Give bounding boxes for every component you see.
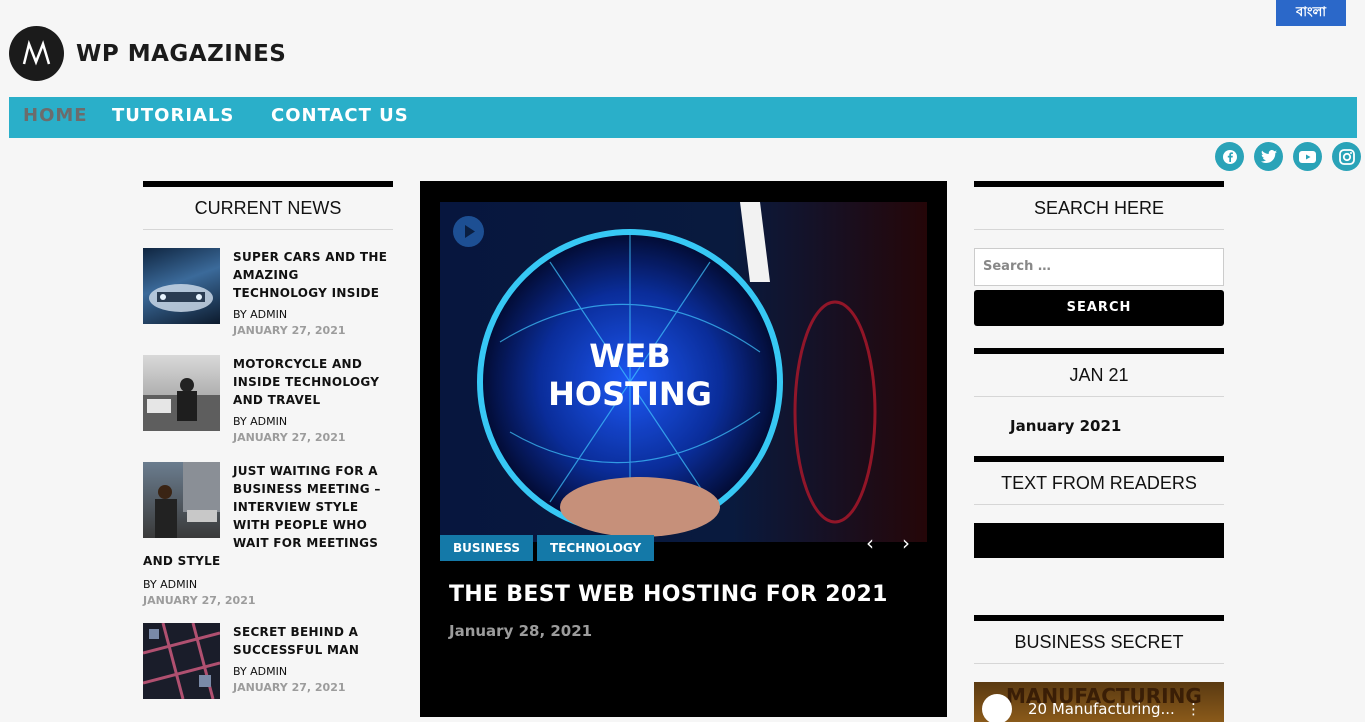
image-text-hosting: HOSTING bbox=[548, 375, 712, 413]
nav-home[interactable]: HOME bbox=[23, 97, 88, 138]
readers-widget-title: TEXT FROM READERS bbox=[974, 456, 1224, 505]
news-title-line[interactable]: WAIT FOR MEETINGS bbox=[143, 534, 395, 552]
video-title: 20 Manufacturing... bbox=[1028, 700, 1175, 718]
facebook-icon[interactable] bbox=[1215, 142, 1244, 171]
twitter-icon[interactable] bbox=[1254, 142, 1283, 171]
news-author[interactable]: BY ADMIN bbox=[233, 665, 395, 678]
instagram-icon[interactable] bbox=[1332, 142, 1361, 171]
news-item[interactable]: SUPER CARS AND THE AMAZING TECHNOLOGY IN… bbox=[143, 248, 393, 355]
play-icon[interactable] bbox=[453, 216, 484, 247]
nav-contact-us[interactable]: CONTACT US bbox=[271, 97, 409, 138]
chevron-right-icon[interactable]: › bbox=[902, 531, 910, 555]
current-news-widget: CURRENT NEWS SUPER CARS AND THE AMAZING … bbox=[143, 181, 393, 703]
archive-link-january-2021[interactable]: January 2021 bbox=[974, 417, 1224, 435]
readers-content-block bbox=[974, 523, 1224, 558]
site-logo[interactable]: WP MAGAZINES bbox=[9, 26, 286, 81]
logo-mark-icon bbox=[9, 26, 64, 81]
news-author[interactable]: BY ADMIN bbox=[143, 578, 395, 591]
category-technology[interactable]: TECHNOLOGY bbox=[537, 535, 655, 561]
search-widget-title: SEARCH HERE bbox=[974, 181, 1224, 230]
featured-image[interactable]: WEB HOSTING bbox=[440, 202, 927, 542]
news-title[interactable]: MOTORCYCLE AND INSIDE TECHNOLOGY AND TRA… bbox=[233, 355, 395, 409]
social-links bbox=[1215, 142, 1361, 171]
featured-title[interactable]: THE BEST WEB HOSTING FOR 2021 bbox=[449, 582, 888, 607]
search-input[interactable]: Search … bbox=[974, 248, 1224, 286]
business-widget-title: BUSINESS SECRET bbox=[974, 615, 1224, 664]
news-date[interactable]: JANUARY 27, 2021 bbox=[233, 324, 395, 337]
more-options-icon[interactable]: ⋮ bbox=[1186, 700, 1201, 718]
featured-date[interactable]: January 28, 2021 bbox=[449, 622, 592, 640]
news-title-line[interactable]: BUSINESS MEETING – bbox=[143, 480, 395, 498]
archive-widget-title: JAN 21 bbox=[974, 348, 1224, 397]
site-name: WP MAGAZINES bbox=[76, 40, 287, 67]
news-thumbnail[interactable] bbox=[143, 248, 220, 324]
category-business[interactable]: BUSINESS bbox=[440, 535, 533, 561]
current-news-title: CURRENT NEWS bbox=[143, 181, 393, 230]
search-button[interactable]: SEARCH bbox=[974, 290, 1224, 326]
channel-avatar-icon bbox=[982, 694, 1012, 722]
news-date[interactable]: JANUARY 27, 2021 bbox=[233, 431, 395, 444]
nav-tutorials[interactable]: TUTORIALS bbox=[112, 97, 234, 138]
sidebar-right: SEARCH HERE Search … SEARCH JAN 21 Janua… bbox=[974, 181, 1224, 722]
news-thumbnail[interactable] bbox=[143, 623, 220, 699]
news-item[interactable]: MOTORCYCLE AND INSIDE TECHNOLOGY AND TRA… bbox=[143, 355, 393, 462]
image-text-web: WEB bbox=[589, 337, 671, 375]
news-thumbnail[interactable] bbox=[143, 355, 220, 431]
news-title-line[interactable]: AND STYLE bbox=[143, 552, 395, 570]
featured-slider: WEB HOSTING BUSINESS TECHNOLOGY ‹ › THE … bbox=[420, 181, 947, 717]
news-item[interactable]: JUST WAITING FOR A BUSINESS MEETING – IN… bbox=[143, 462, 393, 623]
news-title-line[interactable]: INTERVIEW STYLE bbox=[143, 498, 395, 516]
language-button[interactable]: বাংলা bbox=[1276, 0, 1346, 26]
news-author[interactable]: BY ADMIN bbox=[233, 308, 395, 321]
news-item[interactable]: SECRET BEHIND A SUCCESSFUL MAN BY ADMIN … bbox=[143, 623, 393, 703]
news-date[interactable]: JANUARY 27, 2021 bbox=[143, 594, 395, 607]
main-navigation: HOME TUTORIALS CONTACT US bbox=[9, 97, 1357, 138]
youtube-icon[interactable] bbox=[1293, 142, 1322, 171]
news-title[interactable]: SECRET BEHIND A SUCCESSFUL MAN bbox=[233, 623, 395, 659]
news-author[interactable]: BY ADMIN bbox=[233, 415, 395, 428]
news-title-line[interactable]: WITH PEOPLE WHO bbox=[143, 516, 395, 534]
video-thumbnail[interactable]: MANUFACTURING 20 Manufacturing... ⋮ bbox=[974, 682, 1224, 722]
news-title-line[interactable]: JUST WAITING FOR A bbox=[143, 462, 395, 480]
news-title[interactable]: SUPER CARS AND THE AMAZING TECHNOLOGY IN… bbox=[233, 248, 395, 302]
chevron-left-icon[interactable]: ‹ bbox=[866, 531, 874, 555]
news-date[interactable]: JANUARY 27, 2021 bbox=[233, 681, 395, 694]
